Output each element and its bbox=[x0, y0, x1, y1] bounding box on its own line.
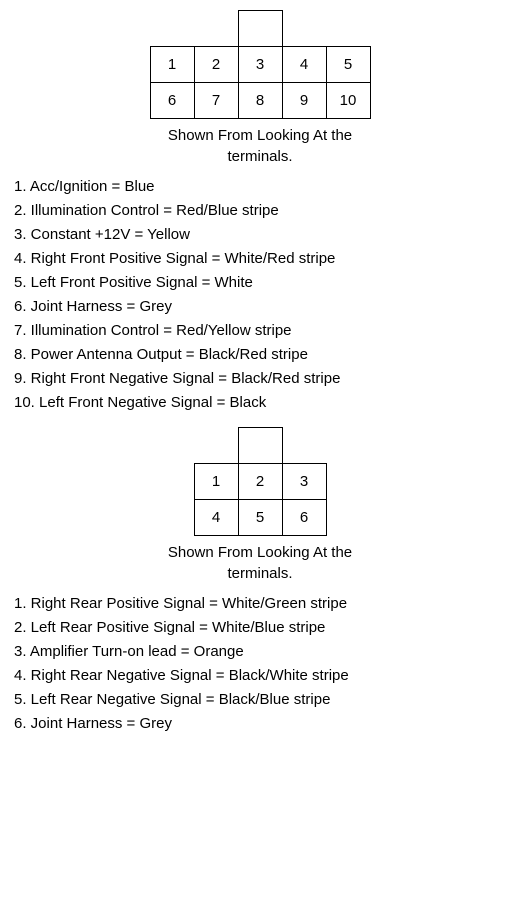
cell-1-4: 4 bbox=[282, 47, 326, 83]
pin-item: 10. Left Front Negative Signal = Black bbox=[14, 391, 510, 415]
cell-2-4: 4 bbox=[194, 500, 238, 536]
caption-1: Shown From Looking At theterminals. bbox=[10, 125, 510, 167]
cell-1-2: 2 bbox=[194, 47, 238, 83]
cell-2-5: 5 bbox=[238, 500, 282, 536]
pin-item: 8. Power Antenna Output = Black/Red stri… bbox=[14, 343, 510, 367]
pin-item: 2. Illumination Control = Red/Blue strip… bbox=[14, 199, 510, 223]
cell-1-1: 1 bbox=[150, 47, 194, 83]
cell-1-7: 7 bbox=[194, 83, 238, 119]
pin-list-2: 1. Right Rear Positive Signal = White/Gr… bbox=[10, 592, 510, 736]
pin-item: 6. Joint Harness = Grey bbox=[14, 712, 510, 736]
cell-2-6: 6 bbox=[282, 500, 326, 536]
cell-1-10: 10 bbox=[326, 83, 370, 119]
pin-item: 4. Right Rear Negative Signal = Black/Wh… bbox=[14, 664, 510, 688]
pin-item: 5. Left Front Positive Signal = White bbox=[14, 271, 510, 295]
connector-table-2: 1 2 3 4 5 6 bbox=[194, 427, 327, 536]
pin-item: 9. Right Front Negative Signal = Black/R… bbox=[14, 367, 510, 391]
pin-item: 5. Left Rear Negative Signal = Black/Blu… bbox=[14, 688, 510, 712]
connector-table-1: 1 2 3 4 5 6 7 8 9 10 bbox=[150, 10, 371, 119]
connector-section-2: 1 2 3 4 5 6 Shown From Looking At theter… bbox=[10, 427, 510, 736]
connector-section-1: 1 2 3 4 5 6 7 8 9 10 Shown From Looking … bbox=[10, 10, 510, 415]
pin-item: 2. Left Rear Positive Signal = White/Blu… bbox=[14, 616, 510, 640]
pin-item: 3. Amplifier Turn-on lead = Orange bbox=[14, 640, 510, 664]
pin-list-1: 1. Acc/Ignition = Blue 2. Illumination C… bbox=[10, 175, 510, 415]
pin-item: 4. Right Front Positive Signal = White/R… bbox=[14, 247, 510, 271]
cell-2-3: 3 bbox=[282, 464, 326, 500]
cell-1-9: 9 bbox=[282, 83, 326, 119]
pin-item: 7. Illumination Control = Red/Yellow str… bbox=[14, 319, 510, 343]
cell-2-2: 2 bbox=[238, 464, 282, 500]
cell-1-6: 6 bbox=[150, 83, 194, 119]
table-wrapper-2: 1 2 3 4 5 6 bbox=[10, 427, 510, 536]
pin-item: 3. Constant +12V = Yellow bbox=[14, 223, 510, 247]
table-wrapper-1: 1 2 3 4 5 6 7 8 9 10 bbox=[10, 10, 510, 119]
cell-1-3: 3 bbox=[238, 47, 282, 83]
pin-item: 6. Joint Harness = Grey bbox=[14, 295, 510, 319]
cell-1-5: 5 bbox=[326, 47, 370, 83]
cell-1-8: 8 bbox=[238, 83, 282, 119]
pin-item: 1. Right Rear Positive Signal = White/Gr… bbox=[14, 592, 510, 616]
cell-2-1: 1 bbox=[194, 464, 238, 500]
caption-2: Shown From Looking At theterminals. bbox=[10, 542, 510, 584]
pin-item: 1. Acc/Ignition = Blue bbox=[14, 175, 510, 199]
